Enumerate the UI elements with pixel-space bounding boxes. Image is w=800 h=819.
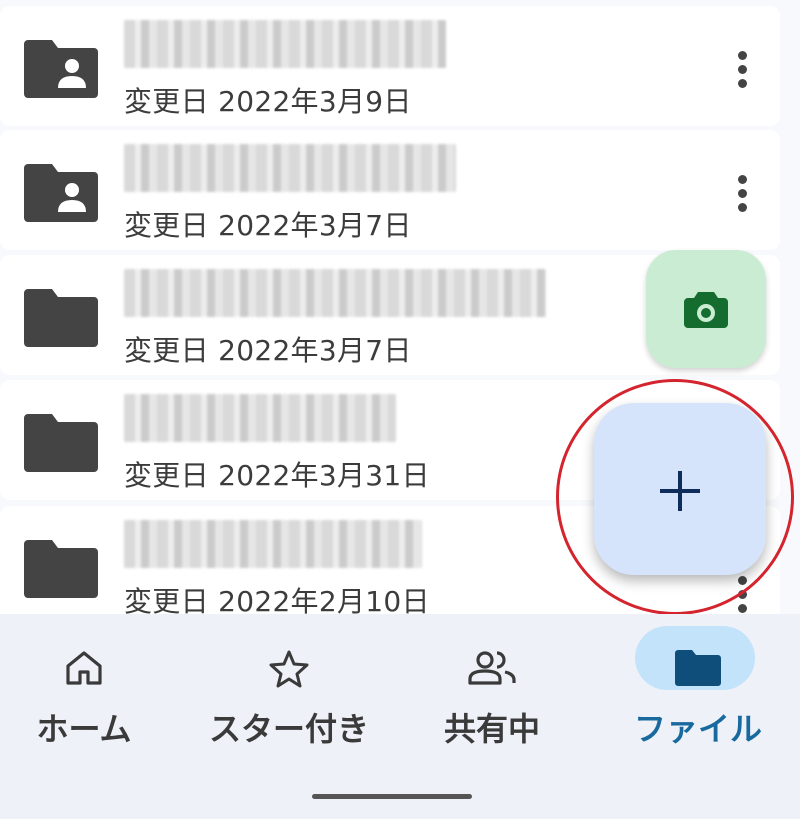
nav-label: ホーム [36, 710, 132, 748]
camera-icon [684, 292, 728, 328]
modified-date: 変更日 2022年3月31日 [124, 459, 430, 492]
modified-date: 変更日 2022年3月7日 [124, 334, 412, 367]
nav-item-files[interactable]: ファイル [598, 614, 798, 764]
gesture-handle [312, 794, 472, 799]
shared-folder-icon [24, 164, 98, 222]
nav-label: スター付き [208, 710, 369, 748]
home-icon [66, 651, 102, 685]
file-name-blurred [124, 269, 546, 317]
modified-date: 変更日 2022年3月9日 [124, 85, 412, 118]
file-row[interactable]: 変更日 2022年3月7日 [0, 130, 780, 250]
nav-item-home[interactable]: ホーム [0, 614, 184, 764]
folder-icon [24, 540, 98, 598]
folder-icon [24, 289, 98, 347]
nav-label: 共有中 [443, 710, 540, 748]
folder-icon [675, 650, 721, 686]
file-name-blurred [124, 144, 456, 192]
folder-icon [24, 414, 98, 472]
people-icon [468, 651, 516, 685]
file-name-blurred [124, 520, 422, 568]
modified-date: 変更日 2022年2月10日 [124, 585, 430, 614]
nav-item-shared[interactable]: 共有中 [392, 614, 592, 764]
modified-date: 変更日 2022年3月7日 [124, 209, 412, 242]
file-name-blurred [124, 394, 396, 442]
more-options-icon[interactable] [732, 51, 752, 93]
nav-label: ファイル [633, 710, 762, 748]
scan-camera-button[interactable] [646, 250, 766, 368]
file-row[interactable]: 変更日 2022年3月9日 [0, 6, 780, 126]
star-icon [269, 650, 309, 688]
bottom-navigation: ホーム スター付き 共有中 ファイル [0, 614, 800, 819]
file-name-blurred [124, 20, 446, 68]
more-options-icon[interactable] [732, 175, 752, 217]
highlight-circle [556, 379, 794, 615]
shared-folder-icon [24, 40, 98, 98]
nav-item-starred[interactable]: スター付き [189, 614, 389, 764]
